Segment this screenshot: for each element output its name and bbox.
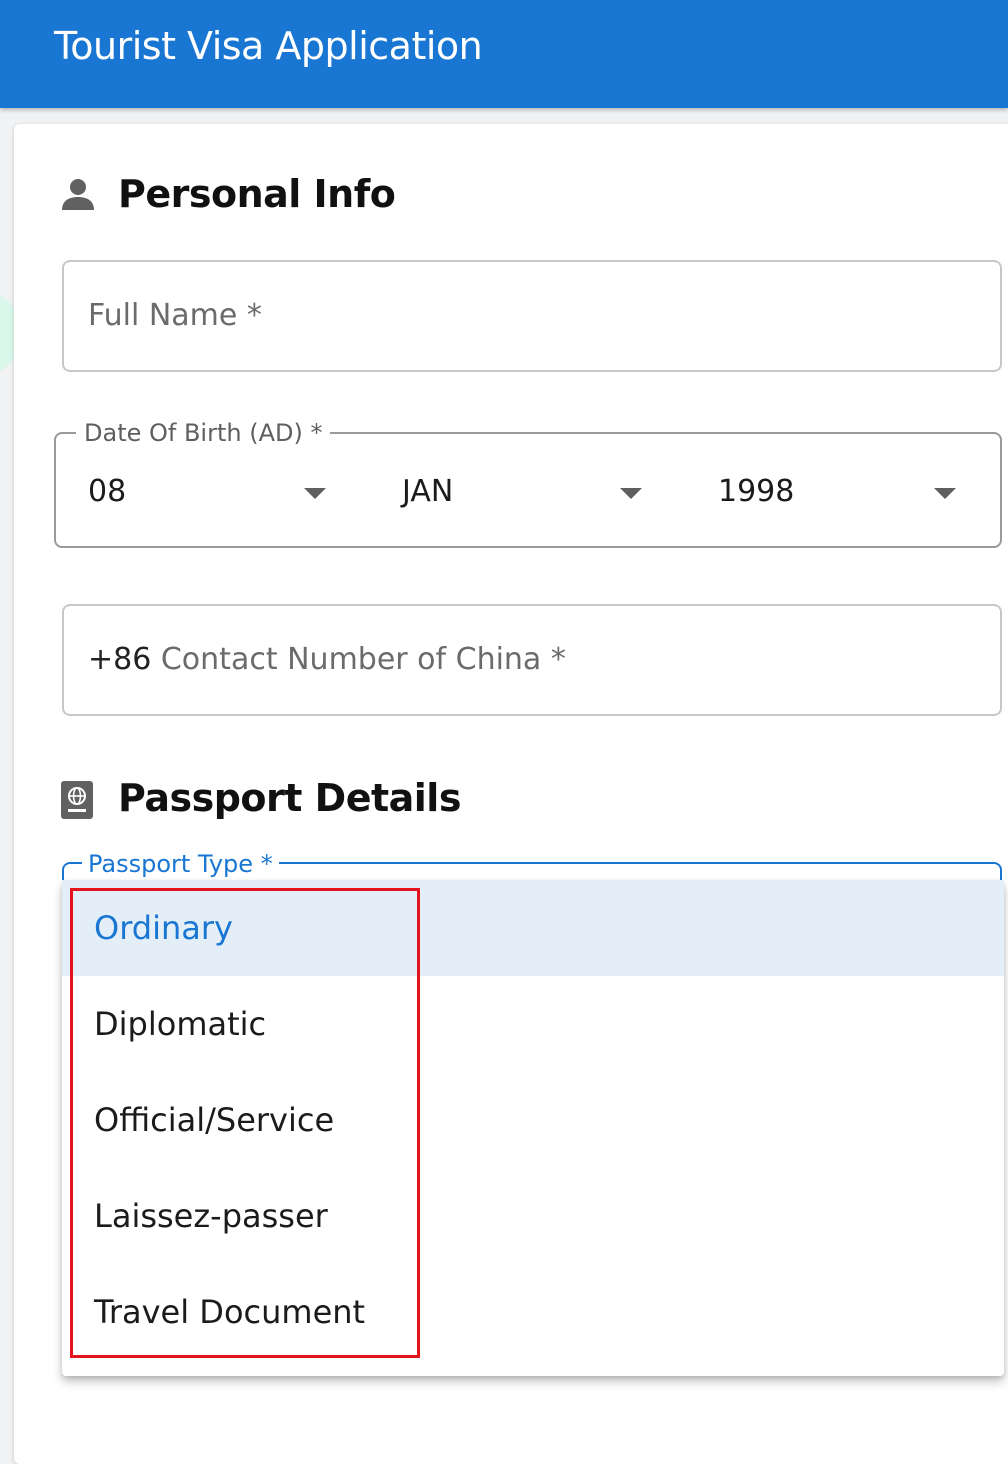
- dob-year-select[interactable]: 1998: [718, 472, 968, 512]
- passport-type-dropdown: Ordinary Diplomatic Official/Service Lai…: [62, 880, 1004, 1376]
- dob-day-select[interactable]: 08: [88, 472, 338, 512]
- option-diplomatic[interactable]: Diplomatic: [62, 976, 1004, 1072]
- personal-info-title: Personal Info: [118, 172, 396, 216]
- passport-icon: [60, 780, 96, 819]
- dob-month-value: JAN: [402, 474, 454, 509]
- option-travel-document[interactable]: Travel Document: [62, 1264, 1004, 1360]
- dob-year-value: 1998: [718, 474, 795, 509]
- full-name-placeholder: Full Name *: [88, 298, 262, 333]
- chevron-down-icon: [620, 488, 642, 499]
- option-official-service[interactable]: Official/Service: [62, 1072, 1004, 1168]
- app-bar: Tourist Visa Application: [0, 0, 1008, 108]
- person-icon: [60, 176, 96, 212]
- contact-number-placeholder: Contact Number of China *: [160, 642, 566, 677]
- passport-type-label: Passport Type *: [82, 850, 279, 878]
- passport-details-title: Passport Details: [118, 776, 461, 820]
- contact-number-field[interactable]: +86 Contact Number of China *: [62, 604, 1002, 716]
- country-code-prefix: +86: [88, 642, 152, 677]
- date-of-birth-label: Date Of Birth (AD) *: [76, 418, 331, 448]
- chevron-down-icon: [304, 488, 326, 499]
- option-ordinary[interactable]: Ordinary: [62, 880, 1004, 976]
- dob-month-select[interactable]: JAN: [402, 472, 652, 512]
- contact-number-placeholder-line: +86 Contact Number of China *: [88, 642, 566, 678]
- chevron-down-icon: [934, 488, 956, 499]
- option-laissez-passer[interactable]: Laissez-passer: [62, 1168, 1004, 1264]
- full-name-field[interactable]: Full Name *: [62, 260, 1002, 372]
- dob-day-value: 08: [88, 474, 127, 509]
- page-title: Tourist Visa Application: [54, 24, 483, 68]
- date-of-birth-field: Date Of Birth (AD) * 08 JAN 1998: [54, 418, 1002, 548]
